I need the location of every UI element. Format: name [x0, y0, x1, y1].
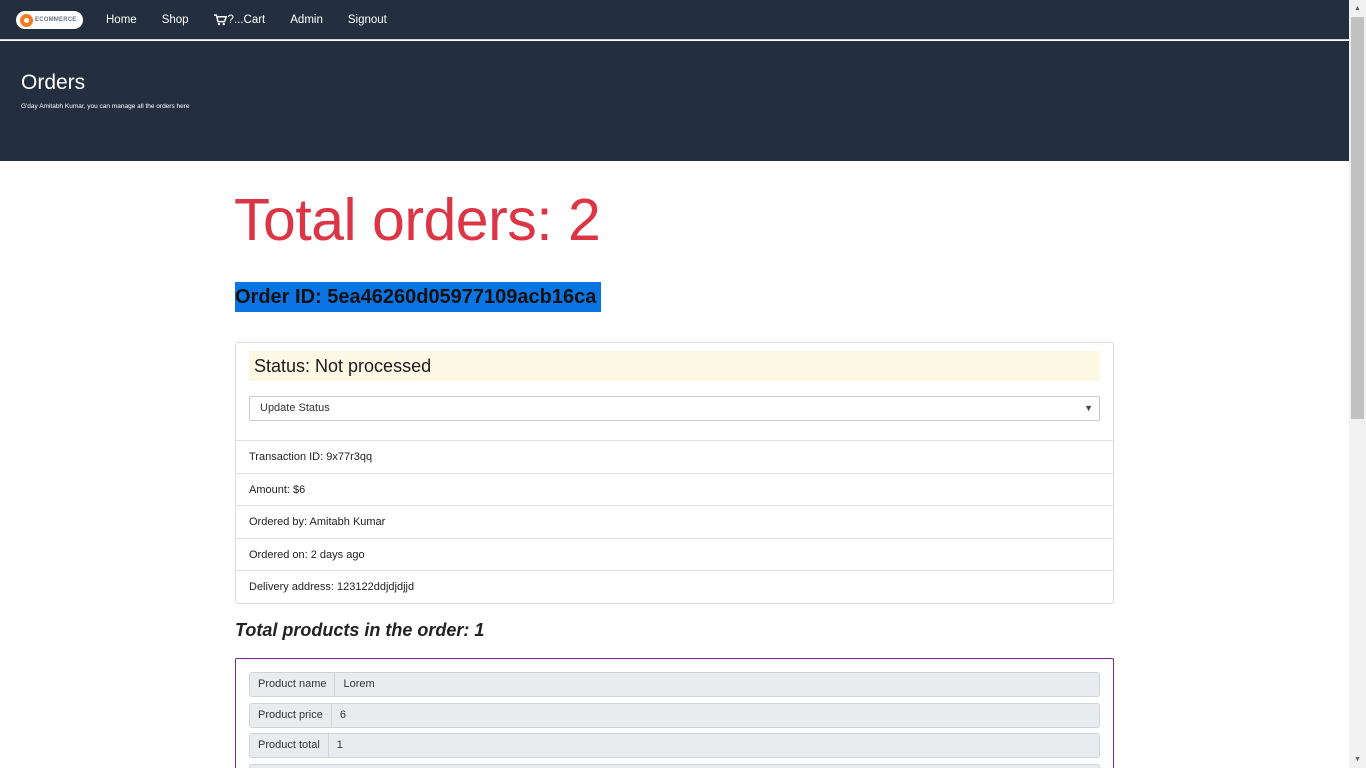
- ecommerce-logo-icon: [20, 13, 33, 27]
- page-scrollbar[interactable]: ▲ ▼: [1349, 0, 1366, 768]
- chevron-down-icon: ▼: [1084, 403, 1093, 413]
- order-status-badge: Status: Not processed: [249, 351, 1100, 381]
- nav-cart-link[interactable]: ?...Cart: [213, 14, 266, 26]
- top-navbar: ECOMMERCE Home Shop ?...Cart Admin Signo…: [0, 0, 1349, 40]
- product-name-field: Product name Lorem: [249, 672, 1100, 697]
- nav-admin-link[interactable]: Admin: [290, 14, 323, 26]
- page-header: Orders G'day Amitabh Kumar, you can mana…: [0, 41, 1349, 161]
- product-total-field: Product total 1: [249, 733, 1100, 758]
- product-price-value[interactable]: 6: [331, 704, 1099, 727]
- product-name-value[interactable]: Lorem: [335, 673, 1099, 696]
- scroll-up-icon[interactable]: ▲: [1349, 0, 1366, 17]
- scroll-thumb[interactable]: [1351, 17, 1364, 419]
- nav-home-link[interactable]: Home: [106, 14, 137, 26]
- cart-icon: [213, 14, 227, 26]
- nav-signout-link[interactable]: Signout: [348, 14, 387, 26]
- nav-cart-label: ?...Cart: [227, 14, 266, 26]
- logo-text: ECOMMERCE: [35, 17, 77, 23]
- page-subtitle: G'day Amitabh Kumar, you can manage all …: [21, 103, 190, 110]
- nav-links: Home Shop ?...Cart Admin Signout: [106, 0, 412, 40]
- ordered-on-row: Ordered on: 2 days ago: [236, 538, 1113, 571]
- product-card: Product name Lorem Product price 6 Produ…: [235, 658, 1114, 768]
- product-price-label: Product price: [250, 704, 332, 727]
- scroll-down-icon[interactable]: ▼: [1349, 751, 1366, 768]
- product-total-value[interactable]: 1: [328, 734, 1099, 757]
- total-orders-heading: Total orders: 2: [234, 187, 601, 253]
- delivery-address-row: Delivery address: 123122ddjdjdjjd: [236, 570, 1113, 603]
- product-name-label: Product name: [250, 673, 336, 696]
- order-id-heading: Order ID: 5ea46260d05977109acb16ca: [235, 282, 601, 312]
- order-details-card: Status: Not processed Update Status ▼ Tr…: [235, 342, 1114, 604]
- product-price-field: Product price 6: [249, 703, 1100, 728]
- product-next-field: [249, 764, 1100, 768]
- nav-shop-link[interactable]: Shop: [162, 14, 189, 26]
- update-status-select[interactable]: Update Status ▼: [249, 396, 1100, 421]
- brand-logo[interactable]: ECOMMERCE: [16, 11, 83, 29]
- update-status-label: Update Status: [260, 402, 330, 414]
- ordered-by-row: Ordered by: Amitabh Kumar: [236, 505, 1113, 538]
- product-total-label: Product total: [250, 734, 329, 757]
- transaction-id-row: Transaction ID: 9x77r3qq: [236, 440, 1113, 473]
- products-count-heading: Total products in the order: 1: [235, 620, 485, 640]
- amount-row: Amount: $6: [236, 473, 1113, 506]
- page-title: Orders: [21, 71, 86, 94]
